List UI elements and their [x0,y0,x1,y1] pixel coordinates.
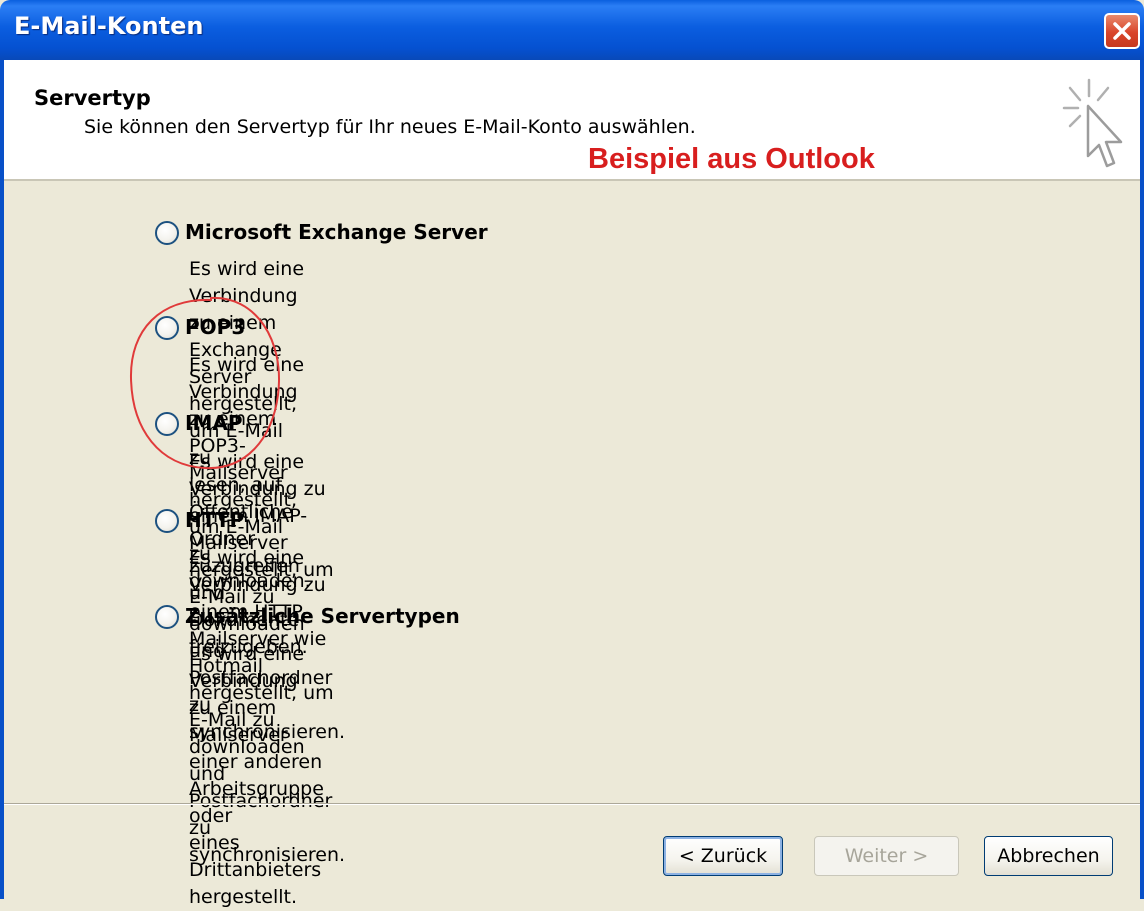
radio-imap[interactable] [155,412,179,436]
back-button[interactable]: < Zurück [663,836,783,876]
radio-http[interactable] [155,509,179,533]
page-subtitle: Sie können den Servertyp für Ihr neues E… [84,116,696,138]
radio-pop3[interactable] [155,316,179,340]
option-label: POP3 [185,315,246,339]
window-title: E-Mail-Konten [14,12,204,40]
radio-additional[interactable] [155,605,179,629]
option-label: IMAP [185,411,243,435]
example-annotation: Beispiel aus Outlook [588,143,875,175]
next-button[interactable]: Weiter > [814,836,959,876]
radio-exchange[interactable] [155,221,179,245]
description-line: Es wird eine Verbindung zu einem Mailser… [189,643,324,827]
footer-divider [4,803,1140,805]
window-frame-right [1140,60,1144,899]
option-label: HTTP [185,508,245,532]
wizard-cursor-icon [1062,78,1123,168]
wizard-header: Servertyp Sie können den Servertyp für I… [4,60,1140,181]
option-label: Microsoft Exchange Server [185,220,488,244]
page-title: Servertyp [34,86,151,110]
close-button[interactable] [1104,13,1140,49]
email-accounts-dialog: E-Mail-Konten Servertyp Sie können den S… [0,0,1144,908]
window-frame-left [0,60,4,899]
close-icon [1113,22,1131,40]
title-bar[interactable]: E-Mail-Konten [0,0,1144,60]
option-label: Zusätzliche Servertypen [185,604,460,628]
option-description: Es wird eine Verbindung zu einem Mailser… [189,641,324,911]
cancel-button[interactable]: Abbrechen [984,836,1113,876]
